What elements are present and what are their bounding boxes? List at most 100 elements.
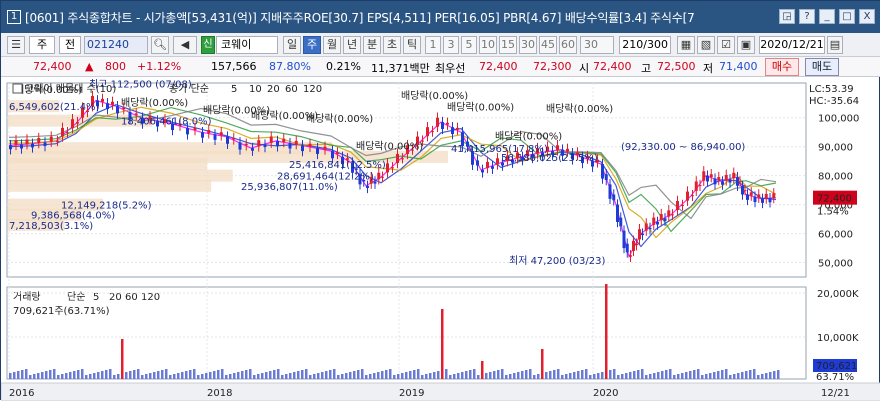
save-icon[interactable]: ▣ bbox=[737, 36, 755, 54]
candle-body bbox=[111, 101, 114, 105]
tab-daily[interactable]: 일 bbox=[283, 36, 301, 54]
menu-icon[interactable]: ☰ bbox=[7, 36, 25, 54]
date-field[interactable]: 2020/12/21 bbox=[759, 36, 825, 54]
speaker-icon[interactable]: ◀ bbox=[173, 36, 197, 54]
candle-body bbox=[31, 143, 34, 148]
stock-name-field[interactable]: 코웨이 bbox=[216, 36, 278, 54]
volume-bar bbox=[557, 369, 560, 379]
volume-bar bbox=[641, 369, 644, 379]
close-button[interactable]: X bbox=[859, 9, 875, 24]
market-select[interactable]: 주 bbox=[29, 36, 55, 54]
volume-bar bbox=[661, 371, 664, 379]
volume-ma-legend-60: 60 bbox=[125, 292, 138, 303]
candle-body bbox=[373, 181, 377, 184]
volume-bar bbox=[217, 370, 220, 379]
sell-button[interactable]: 매도 bbox=[805, 58, 839, 76]
tab-weekly[interactable]: 주 bbox=[303, 36, 321, 54]
interval-3[interactable]: 3 bbox=[443, 36, 459, 54]
volume-bar bbox=[181, 372, 184, 379]
volume-bar bbox=[653, 373, 656, 379]
maximize-button[interactable]: □ bbox=[839, 9, 855, 24]
volume-bar bbox=[365, 375, 368, 379]
buy-button[interactable]: 매수 bbox=[765, 58, 799, 76]
candle-body bbox=[698, 185, 702, 187]
stock-code-input[interactable]: 021240 bbox=[84, 36, 148, 54]
candle-body bbox=[308, 143, 312, 147]
candle-body bbox=[732, 172, 736, 179]
chart-area[interactable]: 100,000 90,000 80,000 70,000 60,000 50,000 201… bbox=[1, 79, 880, 401]
volume-bar bbox=[213, 371, 216, 379]
interval-45[interactable]: 45 bbox=[539, 36, 557, 54]
interval-10[interactable]: 10 bbox=[479, 36, 497, 54]
type-select[interactable]: 전 bbox=[59, 36, 81, 54]
candle-body bbox=[401, 158, 404, 160]
volume-bar bbox=[41, 372, 44, 379]
volume-bar bbox=[549, 371, 552, 379]
chart-settings-icon[interactable]: ▦ bbox=[677, 36, 695, 54]
tab-monthly[interactable]: 월 bbox=[323, 36, 341, 54]
volume-bar bbox=[593, 374, 596, 379]
volume-bar bbox=[705, 374, 708, 379]
volume-bar bbox=[537, 374, 540, 379]
volume-bar bbox=[317, 373, 320, 379]
volume-bar bbox=[13, 372, 16, 379]
volume-bar bbox=[421, 375, 424, 379]
volume-bar bbox=[165, 369, 168, 379]
candle-body bbox=[201, 132, 204, 138]
price-change: 800 bbox=[105, 60, 126, 73]
ma-legend-5: 5 bbox=[231, 84, 237, 95]
volume-ma-legend-120: 120 bbox=[141, 292, 160, 303]
checkbox-icon[interactable]: ☑ bbox=[717, 36, 735, 54]
search-icon[interactable]: 🔍︎ bbox=[151, 36, 169, 54]
link-window-button[interactable]: ◲ bbox=[779, 9, 795, 24]
ma-legend-label: 종가 단순 bbox=[169, 83, 209, 95]
tab-second[interactable]: 초 bbox=[383, 36, 401, 54]
ma-legend-20: 20 bbox=[267, 84, 280, 95]
window-number-badge[interactable]: 1 bbox=[7, 10, 21, 24]
tab-tick[interactable]: 틱 bbox=[403, 36, 421, 54]
volume-ma-legend-5: 5 bbox=[93, 292, 99, 303]
calendar-icon[interactable]: ▤ bbox=[827, 36, 843, 54]
volume-bar bbox=[433, 372, 436, 379]
volume-bar bbox=[185, 371, 188, 379]
x-tick-label: 2018 bbox=[207, 388, 232, 399]
candle-body bbox=[219, 132, 223, 136]
volume-bar bbox=[285, 374, 288, 379]
interval-select[interactable]: 30 bbox=[580, 36, 614, 54]
volume-bar bbox=[565, 374, 568, 379]
interval-1[interactable]: 1 bbox=[425, 36, 441, 54]
volume-bar bbox=[205, 373, 208, 379]
volume-bar bbox=[449, 375, 452, 379]
compare-icon[interactable]: ▧ bbox=[697, 36, 715, 54]
tab-yearly[interactable]: 년 bbox=[343, 36, 361, 54]
volume-bar bbox=[201, 374, 204, 379]
volume-bar bbox=[273, 370, 276, 379]
interval-30[interactable]: 30 bbox=[519, 36, 537, 54]
interval-15[interactable]: 15 bbox=[499, 36, 517, 54]
candle-body bbox=[702, 171, 706, 181]
candle-body bbox=[728, 179, 732, 183]
interval-5[interactable]: 5 bbox=[461, 36, 477, 54]
volume-bar bbox=[633, 371, 636, 379]
volume-bar bbox=[689, 371, 692, 379]
volume-bar bbox=[353, 371, 356, 379]
ask-price: 72,400 bbox=[479, 60, 518, 73]
volume-bar bbox=[665, 370, 668, 379]
time-axis-band bbox=[1, 382, 880, 401]
chart-canvas[interactable]: 100,00090,00080,00070,00060,00050,000201… bbox=[1, 79, 880, 401]
open-label: 시 bbox=[579, 62, 590, 75]
help-button[interactable]: ? bbox=[799, 9, 815, 24]
candle-body bbox=[625, 243, 629, 253]
candle-body bbox=[724, 174, 728, 181]
minimize-button[interactable]: _ bbox=[819, 9, 835, 24]
bar-count-field[interactable]: 210/300 bbox=[619, 36, 671, 54]
candle-body bbox=[396, 153, 399, 163]
tab-minute[interactable]: 분 bbox=[363, 36, 381, 54]
ma-legend-120: 120 bbox=[303, 84, 322, 95]
volume-bar bbox=[145, 374, 148, 379]
volume-bar bbox=[101, 371, 104, 379]
candle-body bbox=[366, 185, 369, 188]
interval-60[interactable]: 60 bbox=[559, 36, 577, 54]
volume-bar bbox=[417, 369, 420, 379]
volume-bar bbox=[393, 375, 396, 379]
